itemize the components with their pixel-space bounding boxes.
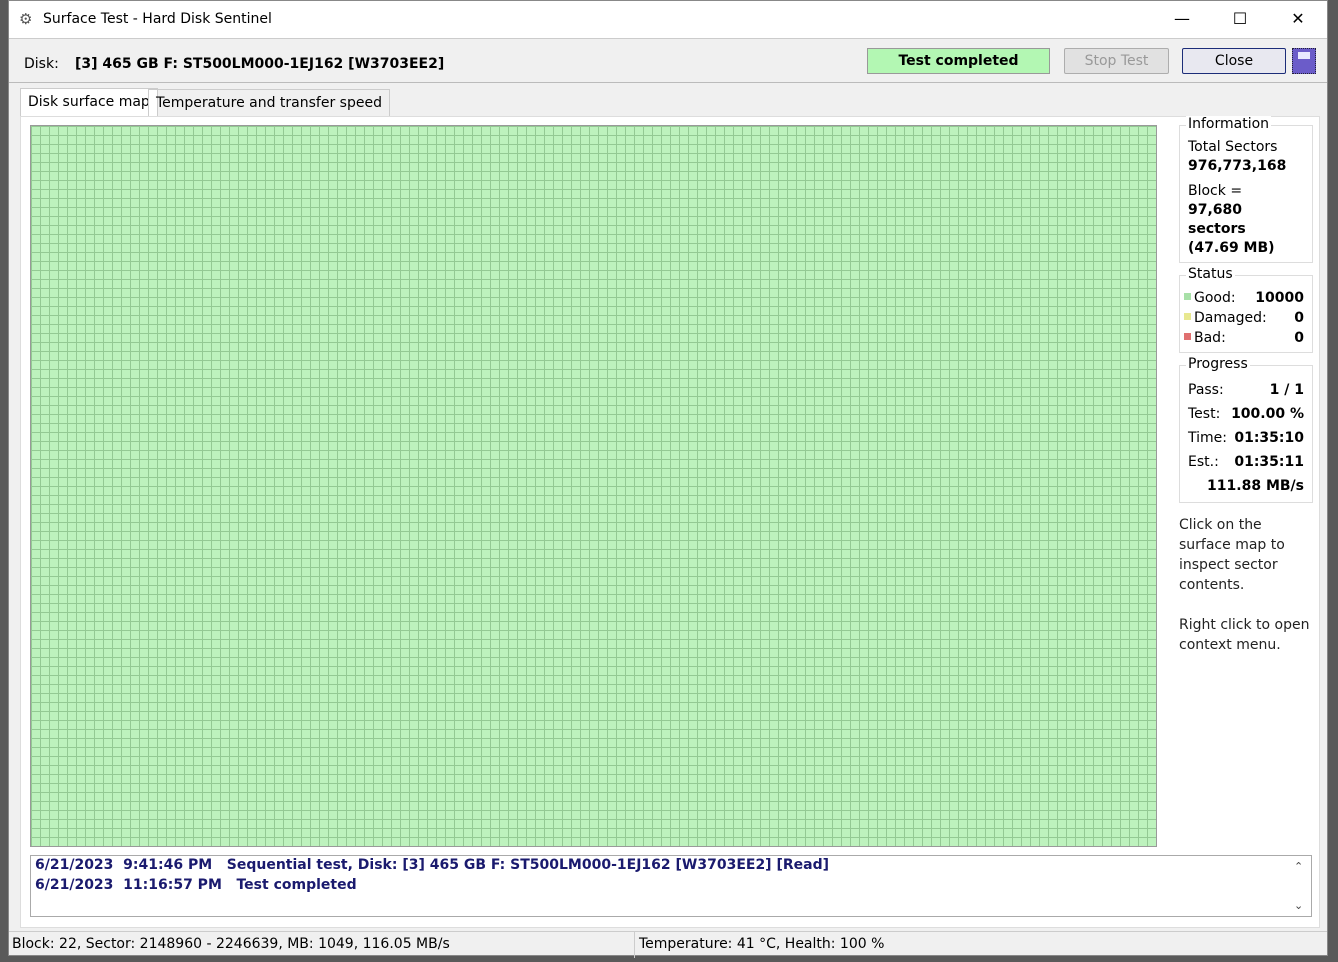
scroll-up-icon[interactable]: ⌃ xyxy=(1294,860,1303,873)
surface-test-window: ⚙ Surface Test - Hard Disk Sentinel — ☐ … xyxy=(8,0,1328,958)
time-value: 01:35:10 xyxy=(1234,430,1304,446)
log-entry: 6/21/2023 9:41:46 PM Sequential test, Di… xyxy=(35,857,829,873)
status-bad: Bad: 0 xyxy=(1184,328,1304,348)
block-label: Block = xyxy=(1188,183,1243,199)
close-button[interactable]: Close xyxy=(1182,48,1286,74)
bad-value: 0 xyxy=(1294,330,1304,346)
bad-label: Bad: xyxy=(1194,330,1226,346)
hint-context-menu: Right click to open context menu. xyxy=(1179,617,1310,653)
status-good: Good: 10000 xyxy=(1184,288,1304,308)
side-panel: Information Total Sectors 976,773,168 Bl… xyxy=(1179,116,1313,655)
hint-inspect: Click on the surface map to inspect sect… xyxy=(1179,517,1285,593)
information-group: Information Total Sectors 976,773,168 Bl… xyxy=(1179,116,1313,263)
speed-value: 111.88 MB/s xyxy=(1207,478,1304,494)
close-window-button[interactable]: ✕ xyxy=(1269,1,1327,39)
status-group: Status Good: 10000 Damaged: 0 Bad: 0 xyxy=(1179,266,1313,353)
minimize-button[interactable]: — xyxy=(1153,1,1211,39)
status-title: Status xyxy=(1186,266,1235,282)
total-sectors-value: 976,773,168 xyxy=(1188,158,1287,174)
log-entry: 6/21/2023 11:16:57 PM Test completed xyxy=(35,877,357,893)
scroll-down-icon[interactable]: ⌄ xyxy=(1294,899,1303,912)
tab-disk-surface-map[interactable]: Disk surface map xyxy=(20,88,158,118)
stop-test-button[interactable]: Stop Test xyxy=(1064,48,1169,74)
title-bar: ⚙ Surface Test - Hard Disk Sentinel — ☐ … xyxy=(9,1,1327,39)
maximize-button[interactable]: ☐ xyxy=(1211,1,1269,39)
pass-value: 1 / 1 xyxy=(1269,382,1304,398)
status-damaged: Damaged: 0 xyxy=(1184,308,1304,328)
progress-title: Progress xyxy=(1186,356,1250,372)
window-title: Surface Test - Hard Disk Sentinel xyxy=(43,11,272,27)
damaged-value: 0 xyxy=(1294,310,1304,326)
est-value: 01:35:11 xyxy=(1234,454,1304,470)
test-label: Test: xyxy=(1188,406,1221,422)
disk-label: Disk: xyxy=(24,56,59,72)
disk-surface-map[interactable] xyxy=(30,125,1157,847)
progress-time: Time: 01:35:10 xyxy=(1188,426,1304,450)
progress-test: Test: 100.00 % xyxy=(1188,402,1304,426)
good-legend-icon xyxy=(1184,293,1191,300)
disk-toolbar: Disk: [3] 465 GB F: ST500LM000-1EJ162 [W… xyxy=(9,39,1327,83)
damaged-label: Damaged: xyxy=(1194,310,1267,326)
health-info: Temperature: 41 °C, Health: 100 % xyxy=(634,932,888,958)
est-label: Est.: xyxy=(1188,454,1219,470)
progress-est: Est.: 01:35:11 xyxy=(1188,450,1304,474)
progress-pass: Pass: 1 / 1 xyxy=(1188,378,1304,402)
good-label: Good: xyxy=(1194,290,1236,306)
total-sectors-label: Total Sectors xyxy=(1188,139,1278,155)
floppy-disk-icon[interactable] xyxy=(1292,48,1316,74)
test-value: 100.00 % xyxy=(1231,406,1304,422)
tab-temperature-transfer-speed[interactable]: Temperature and transfer speed xyxy=(148,89,390,117)
pass-label: Pass: xyxy=(1188,382,1224,398)
time-label: Time: xyxy=(1188,430,1227,446)
block-sectors-value: 97,680 sectors xyxy=(1188,202,1246,237)
progress-speed: 111.88 MB/s xyxy=(1188,474,1304,498)
block-info: Block: 22, Sector: 2148960 - 2246639, MB… xyxy=(12,936,450,952)
test-status-indicator: Test completed xyxy=(867,48,1050,74)
information-title: Information xyxy=(1186,116,1272,132)
good-value: 10000 xyxy=(1255,290,1304,306)
status-bar: Block: 22, Sector: 2148960 - 2246639, MB… xyxy=(9,931,1327,958)
log-scrollbar[interactable]: ⌃ ⌄ xyxy=(1289,856,1311,916)
tab-panel: Information Total Sectors 976,773,168 Bl… xyxy=(20,116,1320,928)
app-icon: ⚙ xyxy=(19,10,33,28)
damaged-legend-icon xyxy=(1184,313,1191,320)
bad-legend-icon xyxy=(1184,333,1191,340)
log-list[interactable]: 6/21/2023 9:41:46 PM Sequential test, Di… xyxy=(30,855,1312,917)
progress-group: Progress Pass: 1 / 1 Test: 100.00 % Time: 0… xyxy=(1179,356,1313,503)
disk-value: [3] 465 GB F: ST500LM000-1EJ162 [W3703EE… xyxy=(75,56,445,72)
block-mb-value: (47.69 MB) xyxy=(1188,240,1275,256)
